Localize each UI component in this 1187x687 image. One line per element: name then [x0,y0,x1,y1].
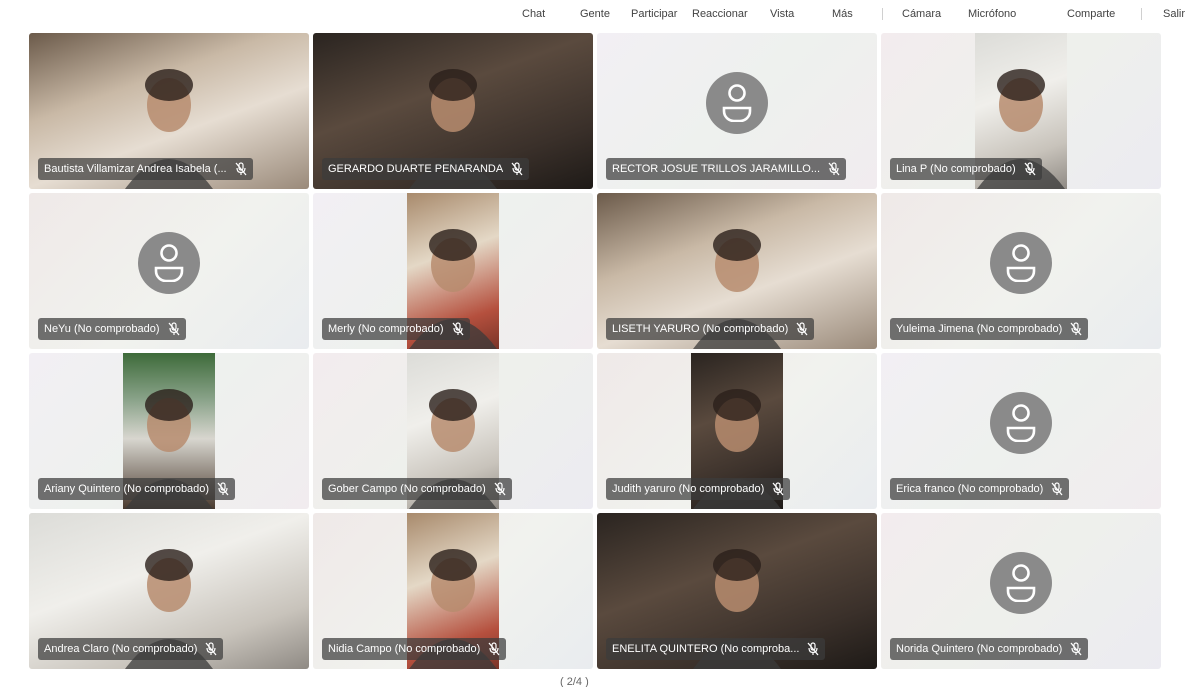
mic-muted-icon [1070,642,1082,656]
mic-muted-icon [1051,482,1063,496]
participant-name: Andrea Claro (No comprobado) [44,643,198,655]
participant-name-bar: Erica franco (No comprobado) [890,478,1070,500]
participant-tile[interactable]: GERARDO DUARTE PENARANDA [313,33,593,189]
participant-tile[interactable]: Yuleima Jimena (No comprobado) [881,193,1161,349]
participant-name-bar: Yuleima Jimena (No comprobado) [890,318,1089,340]
participant-name: Ariany Quintero (No comprobado) [44,483,210,495]
participant-name-bar: GERARDO DUARTE PENARANDA [322,158,530,180]
person-icon [706,72,768,134]
participant-name: Gober Campo (No comprobado) [328,483,486,495]
participant-name-bar: NeYu (No comprobado) [38,318,186,340]
person-icon [138,232,200,294]
participant-tile[interactable]: Ariany Quintero (No comprobado) [29,353,309,509]
participant-name-bar: Norida Quintero (No comprobado) [890,638,1089,660]
participant-tile[interactable]: Judith yaruro (No comprobado) [597,353,877,509]
participant-name: NeYu (No comprobado) [44,323,160,335]
toolbar-microphone-button[interactable]: Micrófono [968,7,1016,21]
toolbar-chat-button[interactable]: Chat [522,7,545,21]
toolbar-divider [1141,8,1142,20]
toolbar-share-button[interactable]: Comparte [1067,7,1115,21]
page-indicator: ( 2/4 ) [560,677,589,687]
mic-muted-icon [772,482,784,496]
participant-tile[interactable]: NeYu (No comprobado) [29,193,309,349]
mic-muted-icon [796,322,808,336]
participant-tile[interactable]: Norida Quintero (No comprobado) [881,513,1161,669]
participant-name-bar: Judith yaruro (No comprobado) [606,478,791,500]
participant-tile[interactable]: Nidia Campo (No comprobado) [313,513,593,669]
participant-name-bar: Andrea Claro (No comprobado) [38,638,224,660]
mic-muted-icon [235,162,247,176]
toolbar-react-button[interactable]: Reaccionar [692,7,748,21]
participant-name: Lina P (No comprobado) [896,163,1016,175]
mic-muted-icon [488,642,500,656]
participant-name: RECTOR JOSUE TRILLOS JARAMILLO... [612,163,821,175]
mic-muted-icon [217,482,229,496]
participant-name: Bautista Villamizar Andrea Isabela (... [44,163,227,175]
mic-muted-icon [168,322,180,336]
mic-muted-icon [807,642,819,656]
toolbar-join-button[interactable]: Participar [631,7,677,21]
mic-muted-icon [452,322,464,336]
participant-tile[interactable]: LISETH YARURO (No comprobado) [597,193,877,349]
participant-tile[interactable]: Bautista Villamizar Andrea Isabela (... [29,33,309,189]
toolbar-divider [882,8,883,20]
participant-tile[interactable]: Lina P (No comprobado) [881,33,1161,189]
participant-name: Merly (No comprobado) [328,323,444,335]
participant-grid: Bautista Villamizar Andrea Isabela (... G… [29,33,1161,670]
participant-name-bar: Ariany Quintero (No comprobado) [38,478,236,500]
participant-tile[interactable]: Andrea Claro (No comprobado) [29,513,309,669]
participant-name: Norida Quintero (No comprobado) [896,643,1063,655]
mic-muted-icon [1024,162,1036,176]
participant-tile[interactable]: ENELITA QUINTERO (No comproba... [597,513,877,669]
toolbar-leave-button[interactable]: Salir [1163,7,1185,21]
participant-name-bar: Gober Campo (No comprobado) [322,478,512,500]
person-icon [990,392,1052,454]
mic-muted-icon [511,162,523,176]
participant-name-bar: ENELITA QUINTERO (No comproba... [606,638,826,660]
participant-tile[interactable]: Merly (No comprobado) [313,193,593,349]
participant-name-bar: LISETH YARURO (No comprobado) [606,318,815,340]
participant-name-bar: RECTOR JOSUE TRILLOS JARAMILLO... [606,158,847,180]
participant-name: Yuleima Jimena (No comprobado) [896,323,1063,335]
participant-name: LISETH YARURO (No comprobado) [612,323,789,335]
person-icon [990,552,1052,614]
participant-name: ENELITA QUINTERO (No comproba... [612,643,800,655]
participant-name-bar: Lina P (No comprobado) [890,158,1042,180]
participant-name-bar: Bautista Villamizar Andrea Isabela (... [38,158,253,180]
toolbar-camera-button[interactable]: Cámara [902,7,941,21]
mic-muted-icon [1070,322,1082,336]
toolbar-view-button[interactable]: Vista [770,7,794,21]
person-icon [990,232,1052,294]
participant-tile[interactable]: Erica franco (No comprobado) [881,353,1161,509]
mic-muted-icon [205,642,217,656]
participant-name: Nidia Campo (No comprobado) [328,643,481,655]
participant-tile[interactable]: RECTOR JOSUE TRILLOS JARAMILLO... [597,33,877,189]
participant-tile[interactable]: Gober Campo (No comprobado) [313,353,593,509]
mic-muted-icon [828,162,840,176]
participant-name: Judith yaruro (No comprobado) [612,483,765,495]
participant-name: GERARDO DUARTE PENARANDA [328,163,504,175]
toolbar-people-button[interactable]: Gente [580,7,610,21]
participant-name: Erica franco (No comprobado) [896,483,1044,495]
meeting-toolbar: Chat Gente Participar Reaccionar Vista M… [0,0,1187,30]
participant-name-bar: Nidia Campo (No comprobado) [322,638,507,660]
mic-muted-icon [494,482,506,496]
participant-name-bar: Merly (No comprobado) [322,318,470,340]
toolbar-more-button[interactable]: Más [832,7,853,21]
